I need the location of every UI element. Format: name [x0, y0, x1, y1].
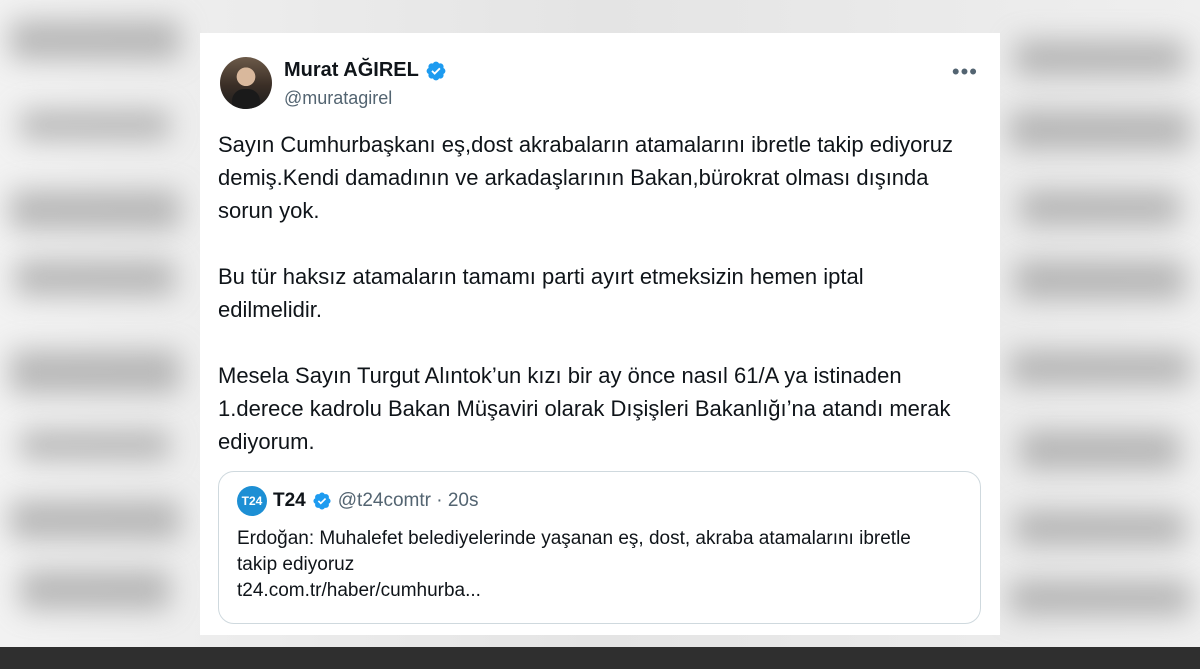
more-options-icon[interactable]: ••• [952, 59, 978, 85]
avatar[interactable] [220, 57, 272, 109]
quoted-link[interactable]: t24.com.tr/haber/cumhurba... [237, 578, 937, 604]
verified-badge-icon [313, 492, 331, 510]
tweet-paragraph: Sayın Cumhurbaşkanı eş,dost akrabaların … [218, 132, 953, 223]
quoted-tweet[interactable]: T24 T24 @t24comtr · 20s Erdoğan: Muhalef… [218, 471, 981, 624]
quoted-tweet-header: T24 T24 @t24comtr · 20s [237, 486, 962, 516]
tweet-text: Sayın Cumhurbaşkanı eş,dost akrabaların … [218, 128, 958, 491]
quoted-avatar[interactable]: T24 [237, 486, 267, 516]
author-row: Murat AĞIREL [284, 59, 447, 82]
author-name[interactable]: Murat AĞIREL [284, 59, 419, 82]
tweet-paragraph: Bu tür haksız atamaların tamamı parti ay… [218, 264, 864, 322]
quoted-handle-time: @t24comtr · 20s [337, 490, 479, 511]
quoted-tweet-text: Erdoğan: Muhalefet belediyelerinde yaşan… [237, 526, 937, 604]
author-handle[interactable]: @muratagirel [284, 88, 392, 109]
quoted-author-name[interactable]: T24 [273, 490, 306, 512]
quoted-text: Erdoğan: Muhalefet belediyelerinde yaşan… [237, 528, 911, 575]
tweet-card: Murat AĞIREL @muratagirel ••• Sayın Cumh… [200, 33, 1000, 635]
tweet-paragraph: Mesela Sayın Turgut Alıntok’un kızı bir … [218, 363, 951, 454]
verified-badge-icon [426, 61, 446, 80]
